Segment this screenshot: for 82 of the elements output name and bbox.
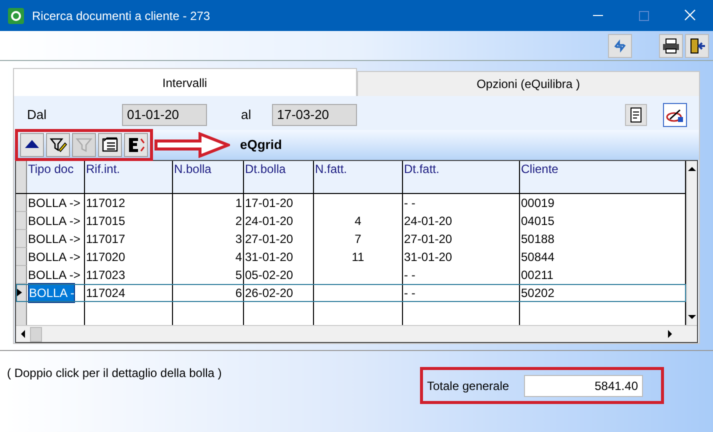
date-field[interactable]: 01-01-20 <box>122 104 207 126</box>
field-label: Dal <box>27 106 48 124</box>
table-cell-text: 1 <box>235 195 242 212</box>
table-cell-text: BOLLA -> <box>28 213 80 230</box>
table-row[interactable]: BOLLA - 117024 6 26-02-20 - - 50202 <box>16 284 686 302</box>
column-header[interactable]: Dt.bolla <box>244 161 314 193</box>
table-cell-text: 6 <box>235 285 242 302</box>
table-cell-text: 117017 <box>86 231 126 248</box>
table-cell-text: 27-01-20 <box>245 231 294 248</box>
table-cell-text: 5 <box>235 267 242 284</box>
maximize-icon <box>639 10 649 20</box>
table-cell-text: 50188 <box>521 231 554 248</box>
table-cell-text: BOLLA -> <box>28 195 80 212</box>
swap-arrows-icon[interactable] <box>608 34 632 58</box>
table-cell-text: 117020 <box>86 249 126 266</box>
table-cell-text: 24-01-20 <box>404 213 452 230</box>
field-label: al <box>241 106 252 124</box>
document-icon[interactable] <box>625 104 647 126</box>
horizontal-scrollbar[interactable] <box>16 325 697 342</box>
list-icon[interactable] <box>98 133 122 157</box>
row-pointer-icon <box>16 288 22 297</box>
scroll-down-icon[interactable] <box>688 315 696 319</box>
table-cell-text: 24-01-20 <box>245 213 294 230</box>
grid-corner <box>16 161 27 193</box>
table-cell-text: 4 <box>235 249 242 266</box>
table-cell-text: 27-01-20 <box>404 231 452 248</box>
table-cell-text: - - <box>404 285 416 302</box>
eraser-pen-icon[interactable] <box>663 103 687 127</box>
table-cell-text: BOLLA -> <box>28 231 80 248</box>
table-cell-text: 117024 <box>86 285 126 302</box>
table-cell: BOLLA - <box>28 283 76 303</box>
table-cell-text: 117023 <box>86 267 126 284</box>
table-cell-text: 50202 <box>521 285 554 302</box>
grid-title: eQgrid <box>240 136 282 154</box>
e-arrows-icon[interactable] <box>124 133 148 157</box>
triangle-up-icon[interactable] <box>20 133 44 157</box>
table-row[interactable]: BOLLA -> 117017 3 27-01-20 7 27-01-20 50188 <box>16 230 686 248</box>
table-cell-text: 17-01-20 <box>245 195 294 212</box>
total-label: Totale generale <box>427 378 510 394</box>
table-cell-text: BOLLA -> <box>28 267 80 284</box>
table-cell-text: 117015 <box>86 213 126 230</box>
printer-icon[interactable] <box>659 34 683 58</box>
column-header[interactable]: Dt.fatt. <box>403 161 520 193</box>
date-field[interactable]: 17-03-20 <box>272 104 357 126</box>
table-cell-text: 2 <box>235 213 242 230</box>
table-row[interactable]: BOLLA -> 117020 4 31-01-20 11 31-01-20 50844 <box>16 248 686 266</box>
column-header[interactable]: Tipo doc <box>27 161 85 193</box>
window-title: Ricerca documenti a cliente - 273 <box>32 8 210 24</box>
table-cell-text: 4 <box>354 213 362 230</box>
tab[interactable]: Opzioni (eQuilibra ) <box>356 71 700 96</box>
table-cell-text: 05-02-20 <box>245 267 294 284</box>
table-cell-text: - - <box>404 195 416 212</box>
table-cell-text: 26-02-20 <box>245 285 294 302</box>
table-cell-text: 11 <box>352 249 364 266</box>
table-cell-text: 7 <box>354 231 362 248</box>
filter-pencil-icon[interactable] <box>46 133 70 157</box>
vertical-scrollbar[interactable] <box>686 161 697 325</box>
scroll-right-icon[interactable] <box>668 330 672 338</box>
table-cell-text: 3 <box>235 231 242 248</box>
table-cell-text: 00211 <box>521 267 554 284</box>
table-cell-text: BOLLA -> <box>28 249 80 266</box>
table-cell-text: 04015 <box>521 213 554 230</box>
table-cell-text: - - <box>404 267 416 284</box>
scroll-up-icon[interactable] <box>688 167 696 171</box>
app-logo-icon <box>8 8 24 24</box>
table-row[interactable]: BOLLA -> 117012 1 17-01-20 - - 00019 <box>16 194 686 212</box>
row-header[interactable] <box>16 284 27 302</box>
column-header[interactable]: N.fatt. <box>314 161 403 193</box>
hint-text: ( Doppio click per il dettaglio della bolla ) <box>7 365 222 382</box>
table-cell-text: 117012 <box>86 195 126 212</box>
scroll-thumb[interactable] <box>30 326 42 342</box>
table-cell-text: 31-01-20 <box>404 249 452 266</box>
total-field: 5841.40 <box>524 374 643 396</box>
table-cell-text: 31-01-20 <box>245 249 294 266</box>
table-row[interactable]: BOLLA -> 117015 2 24-01-20 4 24-01-20 04015 <box>16 212 686 230</box>
column-header[interactable]: N.bolla <box>173 161 244 193</box>
scroll-left-icon[interactable] <box>21 330 25 338</box>
table-cell-text: 50844 <box>521 249 554 266</box>
column-header[interactable]: Rif.int. <box>85 161 173 193</box>
tab[interactable]: Intervalli <box>13 68 356 96</box>
table-cell-text: 00019 <box>521 195 554 212</box>
exit-door-icon[interactable] <box>685 34 709 58</box>
